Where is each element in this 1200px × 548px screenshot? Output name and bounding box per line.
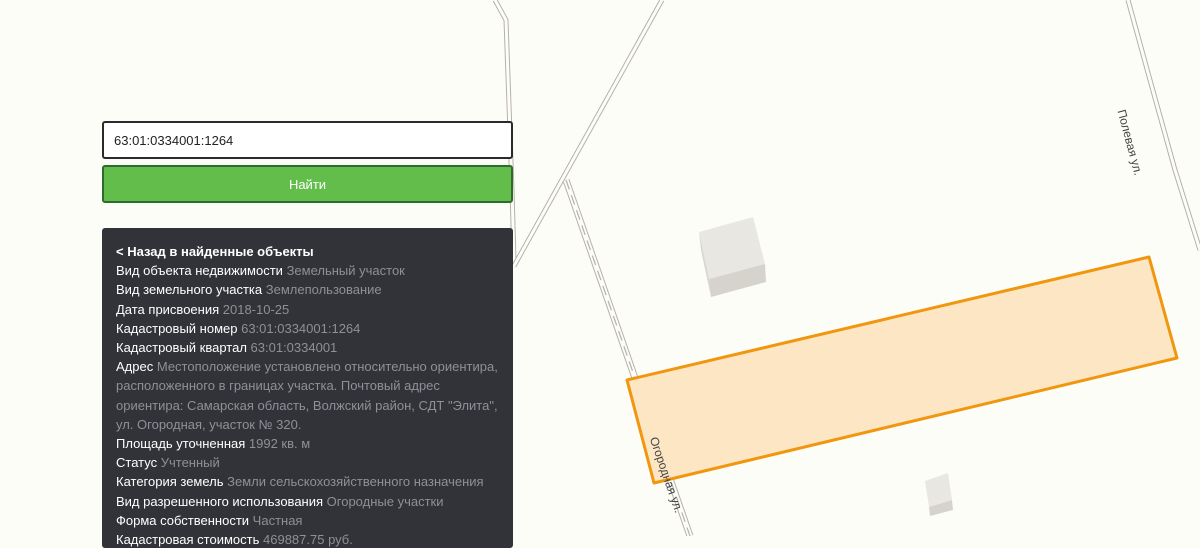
object-info-panel: < Назад в найденные объекты Вид объекта … (102, 228, 513, 548)
info-row: Статус Учтенный (116, 453, 499, 472)
info-row-value: Учтенный (160, 455, 220, 471)
info-row: Кадастровая стоимость 469887.75 руб. (116, 530, 499, 548)
info-rows: Вид объекта недвижимости Земельный участ… (116, 261, 499, 548)
find-button[interactable]: Найти (102, 165, 513, 203)
info-row-label: Кадастровая стоимость (116, 532, 260, 548)
land-parcel[interactable] (625, 255, 1179, 485)
info-row: Вид земельного участка Землепользование (116, 280, 499, 299)
info-row-value: 63:01:0334001 (250, 340, 338, 356)
road-polevaya-inner (1126, 0, 1200, 251)
info-row-label: Форма собственности (116, 512, 250, 528)
info-row-value: 63:01:0334001:1264 (241, 320, 361, 336)
info-row-value: Земли сельскохозяйственного назначения (227, 474, 484, 490)
info-row-value: Землепользование (265, 282, 382, 298)
info-row-value: Огородные участки (326, 493, 444, 509)
info-row-value: 2018-10-25 (222, 301, 290, 317)
info-row-label: Адрес (116, 359, 154, 375)
info-row: Площадь уточненная 1992 кв. м (116, 434, 499, 453)
info-row: Дата присвоения 2018-10-25 (116, 300, 499, 319)
info-row-label: Вид разрешенного использования (116, 493, 324, 509)
info-row-value: Земельный участок (286, 263, 405, 279)
road-diagonal-inner (512, 0, 664, 267)
info-row-value: 469887.75 руб. (263, 532, 353, 548)
info-row-label: Площадь уточненная (116, 436, 246, 452)
info-row-label: Дата присвоения (116, 301, 220, 317)
info-row-label: Кадастровый квартал (116, 340, 247, 356)
info-row-value: 1992 кв. м (248, 436, 311, 452)
cadastral-search-input[interactable] (102, 121, 513, 159)
info-row: Вид объекта недвижимости Земельный участ… (116, 261, 499, 280)
info-row: Кадастровый квартал 63:01:0334001 (116, 338, 499, 357)
info-row: Адрес Местоположение установлено относит… (116, 357, 499, 434)
info-row: Кадастровый номер 63:01:0334001:1264 (116, 319, 499, 338)
info-row-label: Категория земель (116, 474, 224, 490)
info-row-label: Вид объекта недвижимости (116, 263, 283, 279)
info-row-label: Кадастровый номер (116, 320, 238, 336)
info-row-value: Частная (252, 512, 303, 528)
info-row-label: Вид земельного участка (116, 282, 263, 298)
info-row-value: Местоположение установлено относительно … (116, 359, 498, 432)
info-row: Форма собственности Частная (116, 511, 499, 530)
info-row-label: Статус (116, 455, 158, 471)
info-row: Вид разрешенного использования Огородные… (116, 492, 499, 511)
back-to-results-link[interactable]: < Назад в найденные объекты (116, 242, 499, 261)
info-row: Категория земель Земли сельскохозяйствен… (116, 472, 499, 491)
